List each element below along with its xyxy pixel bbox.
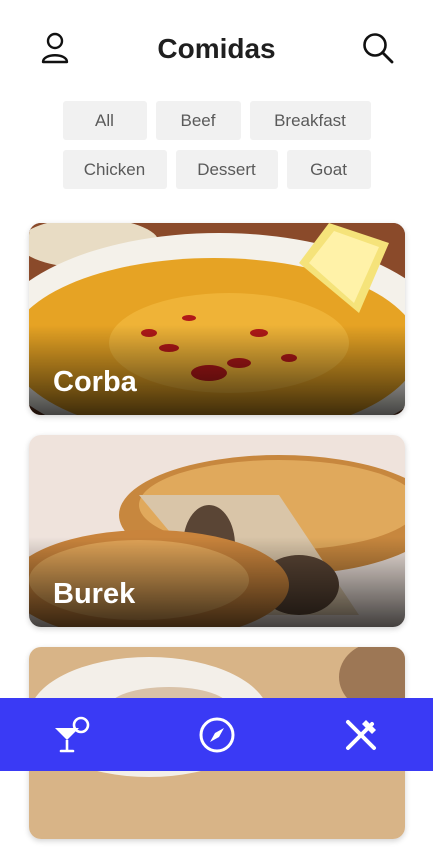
category-chip-breakfast[interactable]: Breakfast — [249, 101, 371, 140]
search-icon — [363, 33, 394, 64]
fork-knife-icon — [346, 720, 376, 750]
search-button[interactable] — [360, 30, 396, 66]
nav-explore[interactable] — [198, 716, 236, 754]
meal-card-burek[interactable]: Burek — [29, 435, 405, 627]
meal-name: Burek — [53, 578, 136, 610]
category-chip-beef[interactable]: Beef — [155, 101, 241, 140]
nav-meals[interactable] — [342, 716, 380, 754]
compass-icon — [199, 717, 235, 753]
cocktail-icon — [55, 716, 90, 753]
meal-card-corba[interactable]: Corba — [29, 223, 405, 415]
meal-name: Corba — [53, 366, 137, 398]
category-filter: All Beef Breakfast Chicken Dessert Goat — [0, 101, 433, 199]
nav-drinks[interactable] — [53, 716, 91, 754]
category-chip-dessert[interactable]: Dessert — [175, 150, 278, 189]
category-chip-all[interactable]: All — [62, 101, 147, 140]
category-chip-goat[interactable]: Goat — [286, 150, 371, 189]
bottom-navigation — [0, 698, 433, 771]
category-chip-chicken[interactable]: Chicken — [62, 150, 167, 189]
app-header: Comidas — [0, 0, 433, 100]
